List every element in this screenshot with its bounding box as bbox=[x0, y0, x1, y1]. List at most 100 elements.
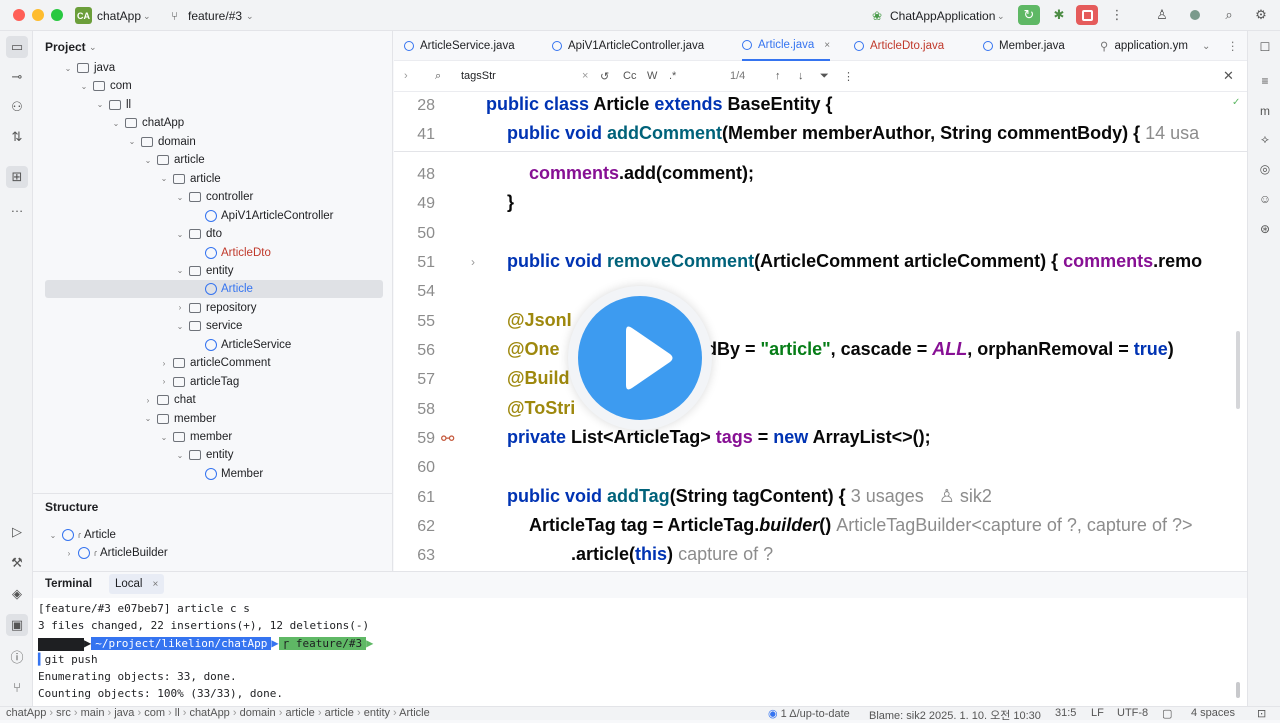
chevron-down-icon[interactable]: ⌄ bbox=[174, 266, 186, 275]
problems-icon[interactable]: ⓘ bbox=[6, 645, 28, 667]
git-icon[interactable]: ⑂ bbox=[6, 676, 28, 698]
tab-article-dto[interactable]: ArticleDto.java bbox=[854, 31, 944, 61]
match-case-toggle[interactable]: Cc bbox=[623, 70, 636, 82]
next-match-icon[interactable]: ↓ bbox=[798, 70, 804, 82]
tree-item[interactable]: Member bbox=[190, 465, 392, 483]
breadcrumb-item[interactable]: chatApp bbox=[6, 707, 46, 719]
debug-icon[interactable]: ✱ bbox=[1048, 5, 1070, 25]
tree-item[interactable]: › articleComment bbox=[158, 354, 392, 372]
branch-dropdown[interactable]: feature/#3 bbox=[188, 9, 242, 23]
chevron-down-icon[interactable]: ⌄ bbox=[62, 64, 74, 73]
chevron-down-icon[interactable]: ⌄ bbox=[78, 82, 90, 91]
close-tab-icon[interactable]: × bbox=[153, 579, 159, 590]
breadcrumb-item[interactable]: chatApp bbox=[189, 707, 229, 719]
clear-icon[interactable]: × bbox=[582, 70, 588, 82]
tree-item[interactable]: ⌄ dto bbox=[174, 225, 392, 243]
copilot-icon[interactable]: ☺ bbox=[1255, 189, 1275, 209]
ai-icon[interactable]: ⟡ bbox=[1255, 129, 1275, 149]
structure-item[interactable]: ⌄ ɾ Article bbox=[47, 526, 387, 544]
stop-icon[interactable] bbox=[1076, 5, 1098, 25]
caret-position[interactable]: 31:5 bbox=[1055, 707, 1076, 719]
chevron-down-icon[interactable]: ⌄ bbox=[142, 156, 154, 165]
chevron-down-icon[interactable]: ⌄ bbox=[174, 193, 186, 202]
tree-item[interactable]: ⌄ article bbox=[142, 151, 392, 169]
breadcrumb-item[interactable]: Article bbox=[399, 707, 430, 719]
services-icon[interactable]: ◈ bbox=[6, 583, 28, 605]
chevron-right-icon[interactable]: › bbox=[158, 359, 170, 368]
breadcrumb-item[interactable]: main bbox=[81, 707, 105, 719]
more-icon[interactable]: ⋮ bbox=[843, 70, 854, 83]
breadcrumb-item[interactable]: article bbox=[325, 707, 354, 719]
code-area[interactable]: 28 public class Article extends BaseEnti… bbox=[394, 93, 1247, 571]
structure-item[interactable]: › ɾ ArticleBuilder bbox=[63, 544, 403, 562]
more-icon[interactable]: ⋮ bbox=[1227, 31, 1239, 61]
tree-item[interactable]: ⌄ com bbox=[78, 77, 392, 95]
history-icon[interactable]: ↺ bbox=[600, 70, 609, 83]
find-input[interactable]: tagsStr bbox=[461, 70, 496, 82]
tree-item[interactable]: ⌄ java bbox=[62, 59, 392, 77]
build-icon[interactable]: ⚒ bbox=[6, 552, 28, 574]
project-badge[interactable]: CA bbox=[75, 7, 92, 24]
run-icon[interactable]: ▷ bbox=[6, 521, 28, 543]
file-encoding[interactable]: UTF-8 bbox=[1117, 707, 1148, 719]
close-find-icon[interactable]: ✕ bbox=[1223, 68, 1234, 84]
chevron-right-icon[interactable]: › bbox=[174, 303, 186, 312]
tree-item[interactable]: ⌄ domain bbox=[126, 133, 392, 151]
blame-info[interactable]: Blame: sik2 2025. 1. 10. 오전 10:30 bbox=[869, 707, 1041, 723]
tree-item[interactable]: ⌄ article bbox=[158, 170, 392, 188]
chevron-down-icon[interactable]: ⌄ bbox=[174, 230, 186, 239]
breadcrumb-item[interactable]: article bbox=[285, 707, 314, 719]
add-user-icon[interactable]: ♙ bbox=[1151, 5, 1173, 25]
tab-article[interactable]: Article.java × bbox=[742, 31, 831, 61]
chevron-down-icon[interactable]: ⌄ bbox=[110, 119, 122, 128]
tree-item[interactable]: ⌄ controller bbox=[174, 188, 392, 206]
ai-assistant-icon[interactable] bbox=[1184, 5, 1206, 25]
tab-member[interactable]: Member.java bbox=[983, 31, 1065, 61]
whole-word-toggle[interactable]: W bbox=[647, 70, 657, 82]
chevron-down-icon[interactable]: ⌄ bbox=[126, 137, 138, 146]
database-icon[interactable]: ≡ bbox=[1255, 71, 1275, 91]
lock-icon[interactable]: ⊡ bbox=[1257, 707, 1266, 720]
inspection-ok-icon[interactable]: ✓ bbox=[1232, 97, 1240, 108]
terminal-tab-local[interactable]: Local × bbox=[109, 574, 165, 594]
chevron-right-icon[interactable]: › bbox=[404, 70, 408, 82]
breadcrumb-item[interactable]: entity bbox=[364, 707, 390, 719]
breadcrumb-item[interactable]: src bbox=[56, 707, 71, 719]
relation-gutter-icon[interactable]: ⚯ bbox=[441, 429, 454, 449]
chevron-right-icon[interactable]: › bbox=[158, 377, 170, 386]
breadcrumb-item[interactable]: com bbox=[144, 707, 165, 719]
tree-item[interactable]: Article bbox=[190, 280, 392, 298]
tree-item[interactable]: ⌄ chatApp bbox=[110, 114, 392, 132]
tree-item[interactable]: ⌄ member bbox=[158, 428, 392, 446]
search-icon[interactable]: ⌕ bbox=[1218, 5, 1240, 25]
terminal-icon[interactable]: ▣ bbox=[6, 614, 28, 636]
chevron-down-icon[interactable]: ⌄ bbox=[174, 451, 186, 460]
more-icon[interactable]: ⋮ bbox=[1106, 5, 1128, 25]
gradle-icon[interactable]: ◎ bbox=[1255, 159, 1275, 179]
more-tools-icon[interactable]: … bbox=[6, 196, 28, 218]
chevron-right-icon[interactable]: › bbox=[142, 396, 154, 405]
project-panel-title[interactable]: Project bbox=[45, 40, 86, 54]
video-play-button[interactable] bbox=[568, 286, 712, 430]
terminal-scrollbar[interactable] bbox=[1236, 682, 1240, 698]
run-config-dropdown[interactable]: ChatAppApplication bbox=[890, 9, 995, 23]
pull-requests-icon[interactable]: ⇅ bbox=[6, 126, 28, 148]
editor-scrollbar[interactable] bbox=[1236, 331, 1240, 409]
rerun-icon[interactable]: ↻ bbox=[1018, 5, 1040, 25]
chevron-down-icon[interactable]: ⌄ bbox=[158, 174, 170, 183]
line-ending[interactable]: LF bbox=[1091, 707, 1104, 719]
tab-article-service[interactable]: ArticleService.java bbox=[404, 31, 515, 61]
tree-item[interactable]: ApiV1ArticleController bbox=[190, 207, 392, 225]
settings-gear-icon[interactable]: ⚙ bbox=[1250, 5, 1272, 25]
tab-application-yml[interactable]: ⚲ application.ym bbox=[1100, 31, 1202, 61]
endpoints-icon[interactable]: ⊛ bbox=[1255, 219, 1275, 239]
chevron-down-icon[interactable]: ⌄ bbox=[158, 433, 170, 442]
previous-match-icon[interactable]: ↑ bbox=[775, 70, 781, 82]
project-folder-icon[interactable]: ▭ bbox=[6, 36, 28, 58]
minimize-window-button[interactable] bbox=[32, 9, 44, 21]
project-name-dropdown[interactable]: chatApp bbox=[97, 9, 141, 23]
commit-icon[interactable]: ⊸ bbox=[6, 66, 28, 88]
tree-item[interactable]: ⌄ entity bbox=[174, 262, 392, 280]
tree-item[interactable]: ⌄ ll bbox=[94, 96, 392, 114]
filter-icon[interactable]: ⏷ bbox=[820, 70, 829, 83]
